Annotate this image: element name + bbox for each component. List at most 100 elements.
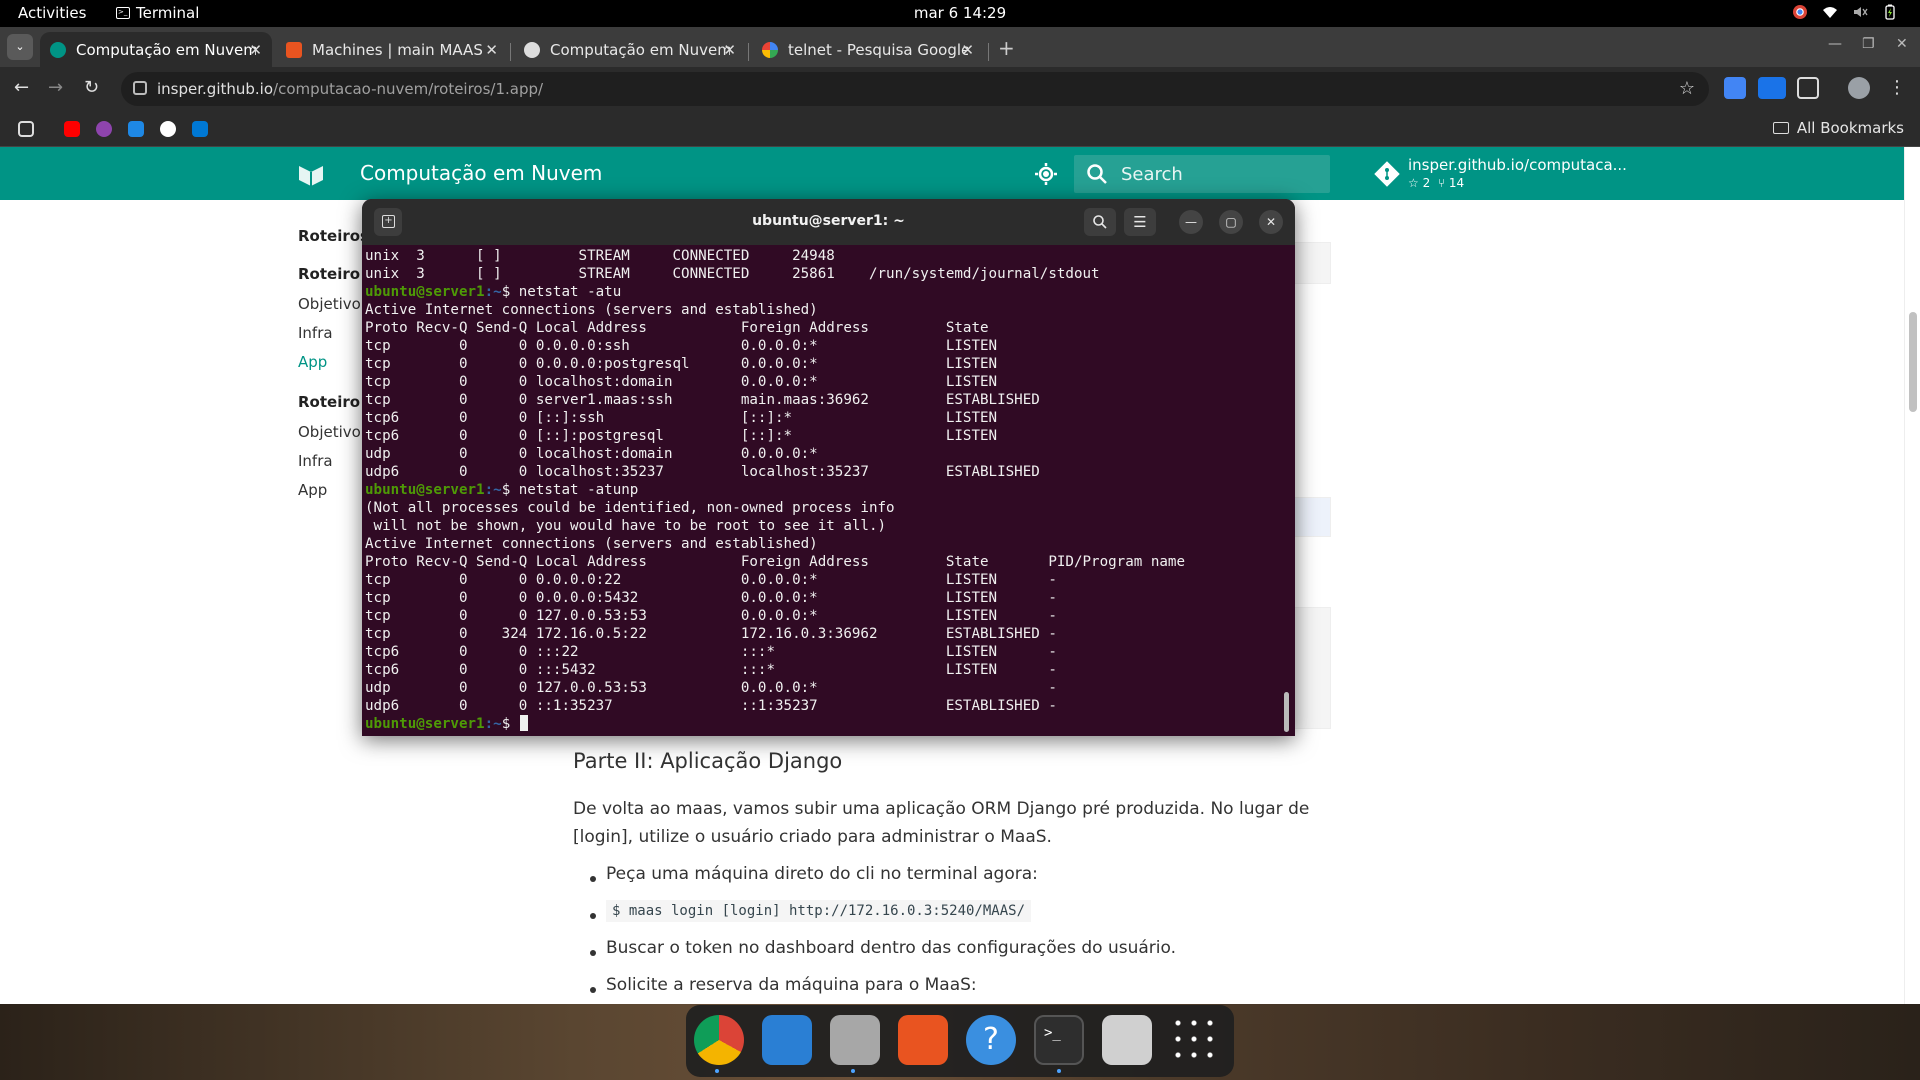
terminal-search-button[interactable] <box>1084 208 1116 236</box>
git-repo-icon[interactable] <box>1374 161 1400 187</box>
address-url[interactable]: insper.github.io/computacao-nuvem/roteir… <box>157 80 543 98</box>
prompt-user: ubuntu@server1 <box>365 482 485 498</box>
new-tab-plus-icon[interactable]: + <box>998 36 1015 60</box>
battery-charging-icon[interactable] <box>1882 4 1898 20</box>
activities-button[interactable]: Activities <box>18 4 86 22</box>
openai-bookmark-icon[interactable] <box>160 121 176 137</box>
wifi-icon[interactable] <box>1822 4 1838 20</box>
minimize-window-icon[interactable]: — <box>1828 36 1842 52</box>
terminal-maximize-button[interactable]: ▢ <box>1219 210 1243 234</box>
bookmark-purple-icon[interactable] <box>96 121 112 137</box>
system-tray[interactable] <box>1792 4 1898 20</box>
nav-item-objetivo[interactable]: Objetivo <box>298 295 361 313</box>
terminal-output-line: Active Internet connections (servers and… <box>365 302 818 318</box>
terminal-window[interactable]: + ubuntu@server1: ~ ☰ — ▢ ✕ unix 3 [ ] S… <box>362 199 1295 736</box>
new-badge-extension-icon[interactable] <box>1758 77 1786 99</box>
apps-grid-icon[interactable] <box>18 121 34 137</box>
translate-extension-icon[interactable] <box>1724 77 1746 99</box>
terminal-command-line: ubuntu@server1:~$ netstat -atu <box>365 283 1280 301</box>
volume-muted-icon[interactable] <box>1852 4 1868 20</box>
terminal-output-line: tcp 0 0 0.0.0.0:postgresql 0.0.0.0:* LIS… <box>365 356 998 372</box>
reload-icon[interactable]: ↻ <box>84 77 99 98</box>
site-search-input[interactable]: Search <box>1074 155 1330 193</box>
profile-avatar-icon[interactable] <box>1848 77 1870 99</box>
mkdocs-favicon-icon <box>50 41 66 58</box>
list-item: Buscar o token no dashboard dentro das c… <box>606 938 1176 958</box>
tab-close-icon[interactable]: ✕ <box>485 41 498 59</box>
close-icon: ✕ <box>1265 215 1277 229</box>
chrome-menu-kebab-icon[interactable]: ⋮ <box>1888 77 1906 98</box>
site-settings-icon[interactable] <box>133 81 147 95</box>
search-icon <box>1087 164 1107 184</box>
terminal-output-line: tcp6 0 0 :::5432 :::* LISTEN - <box>365 662 1057 678</box>
site-header: Computação em Nuvem Search insper.github… <box>0 147 1904 200</box>
nav-item-app-active[interactable]: App <box>298 353 327 371</box>
extensions-puzzle-icon[interactable] <box>1797 77 1819 99</box>
repo-name-link[interactable]: insper.github.io/computaca... <box>1408 156 1627 174</box>
tab-title: Computação em Nuvem <box>550 40 730 59</box>
close-window-icon[interactable]: ✕ <box>1896 36 1908 52</box>
terminal-menu-button[interactable]: ☰ <box>1124 208 1156 236</box>
tab-close-icon[interactable]: ✕ <box>723 41 736 59</box>
terminal-close-button[interactable]: ✕ <box>1259 210 1283 234</box>
tab-title: Computação em Nuvem <box>76 40 256 59</box>
system-top-bar: Activities >_ Terminal mar 6 14:29 <box>0 0 1920 27</box>
tab-search-button[interactable]: ⌄ <box>7 34 33 60</box>
terminal-minimize-button[interactable]: — <box>1179 210 1203 234</box>
forward-arrow-icon[interactable]: → <box>48 77 63 98</box>
inline-code: $ maas login [login] http://172.16.0.3:5… <box>606 900 1032 922</box>
terminal-new-tab-button[interactable]: + <box>374 208 402 236</box>
vscode-dock-icon[interactable] <box>762 1015 812 1065</box>
site-title[interactable]: Computação em Nuvem <box>360 161 602 185</box>
clock[interactable]: mar 6 14:29 <box>914 4 1006 22</box>
bookmark-blue-icon[interactable] <box>128 121 144 137</box>
nav-item-objetivo[interactable]: Objetivo <box>298 423 361 441</box>
dock: ? >_ <box>686 1005 1234 1077</box>
site-logo-icon[interactable] <box>298 162 324 186</box>
repo-stats: ☆ 2 ⑂ 14 <box>1408 176 1465 190</box>
minimize-icon: — <box>1185 215 1197 229</box>
search-icon <box>1093 215 1107 229</box>
maas-favicon-icon <box>286 41 302 58</box>
chrome-dock-icon[interactable] <box>694 1015 744 1065</box>
address-bar[interactable]: insper.github.io/computacao-nuvem/roteir… <box>121 72 1709 106</box>
tab-computacao-nuvem-1[interactable]: Computação em Nuvem ✕ <box>40 32 272 67</box>
outlook-bookmark-icon[interactable] <box>192 121 208 137</box>
help-dock-icon[interactable]: ? <box>966 1015 1016 1065</box>
tab-close-icon[interactable]: ✕ <box>249 41 262 59</box>
command-text: $ netstat -atu <box>501 284 622 300</box>
nav-item-infra[interactable]: Infra <box>298 452 333 470</box>
restore-window-icon[interactable]: ❐ <box>1862 36 1875 52</box>
terminal-output-line: tcp 0 0 server1.maas:ssh main.maas:36962… <box>365 392 1040 408</box>
theme-toggle-icon[interactable] <box>1034 162 1058 186</box>
tab-machines-maas[interactable]: Machines | main MAAS ✕ <box>276 32 508 67</box>
show-apps-grid-icon[interactable] <box>1170 1015 1220 1065</box>
terminal-icon: >_ <box>116 7 130 19</box>
trash-dock-icon[interactable] <box>1102 1015 1152 1065</box>
terminal-output-line: will not be shown, you would have to be … <box>365 518 887 534</box>
list-item: Peça uma máquina direto do cli no termin… <box>606 864 1038 884</box>
chrome-tray-icon[interactable] <box>1792 4 1808 20</box>
back-arrow-icon[interactable]: ← <box>14 77 29 98</box>
youtube-bookmark-icon[interactable] <box>64 121 80 137</box>
page-scrollbar[interactable] <box>1904 147 1920 1004</box>
scrollbar-thumb[interactable] <box>1909 312 1917 412</box>
terminal-titlebar[interactable]: + ubuntu@server1: ~ ☰ — ▢ ✕ <box>362 199 1295 245</box>
tab-close-icon[interactable]: ✕ <box>961 41 974 59</box>
terminal-dock-icon[interactable]: >_ <box>1034 1015 1084 1065</box>
nav-section-roteiros[interactable]: Roteiros <box>298 227 369 245</box>
nav-item-app[interactable]: App <box>298 481 327 499</box>
browser-tab-strip: ⌄ Computação em Nuvem ✕ Machines | main … <box>0 27 1920 67</box>
tab-computacao-nuvem-2[interactable]: Computação em Nuvem ✕ <box>514 32 746 67</box>
nav-item-infra[interactable]: Infra <box>298 324 333 342</box>
files-dock-icon[interactable] <box>830 1015 880 1065</box>
tab-telnet-google[interactable]: telnet - Pesquisa Google ✕ <box>752 32 984 67</box>
app-center-dock-icon[interactable] <box>898 1015 948 1065</box>
focused-app-menu[interactable]: >_ Terminal <box>116 4 199 22</box>
terminal-scrollbar[interactable] <box>1284 692 1289 732</box>
focused-app-name: Terminal <box>136 4 200 22</box>
terminal-output[interactable]: unix 3 [ ] STREAM CONNECTED 24948 unix 3 … <box>365 247 1280 733</box>
all-bookmarks-button[interactable]: All Bookmarks <box>1772 119 1904 137</box>
command-text: $ netstat -atunp <box>501 482 639 498</box>
bookmark-star-icon[interactable]: ☆ <box>1679 78 1695 99</box>
